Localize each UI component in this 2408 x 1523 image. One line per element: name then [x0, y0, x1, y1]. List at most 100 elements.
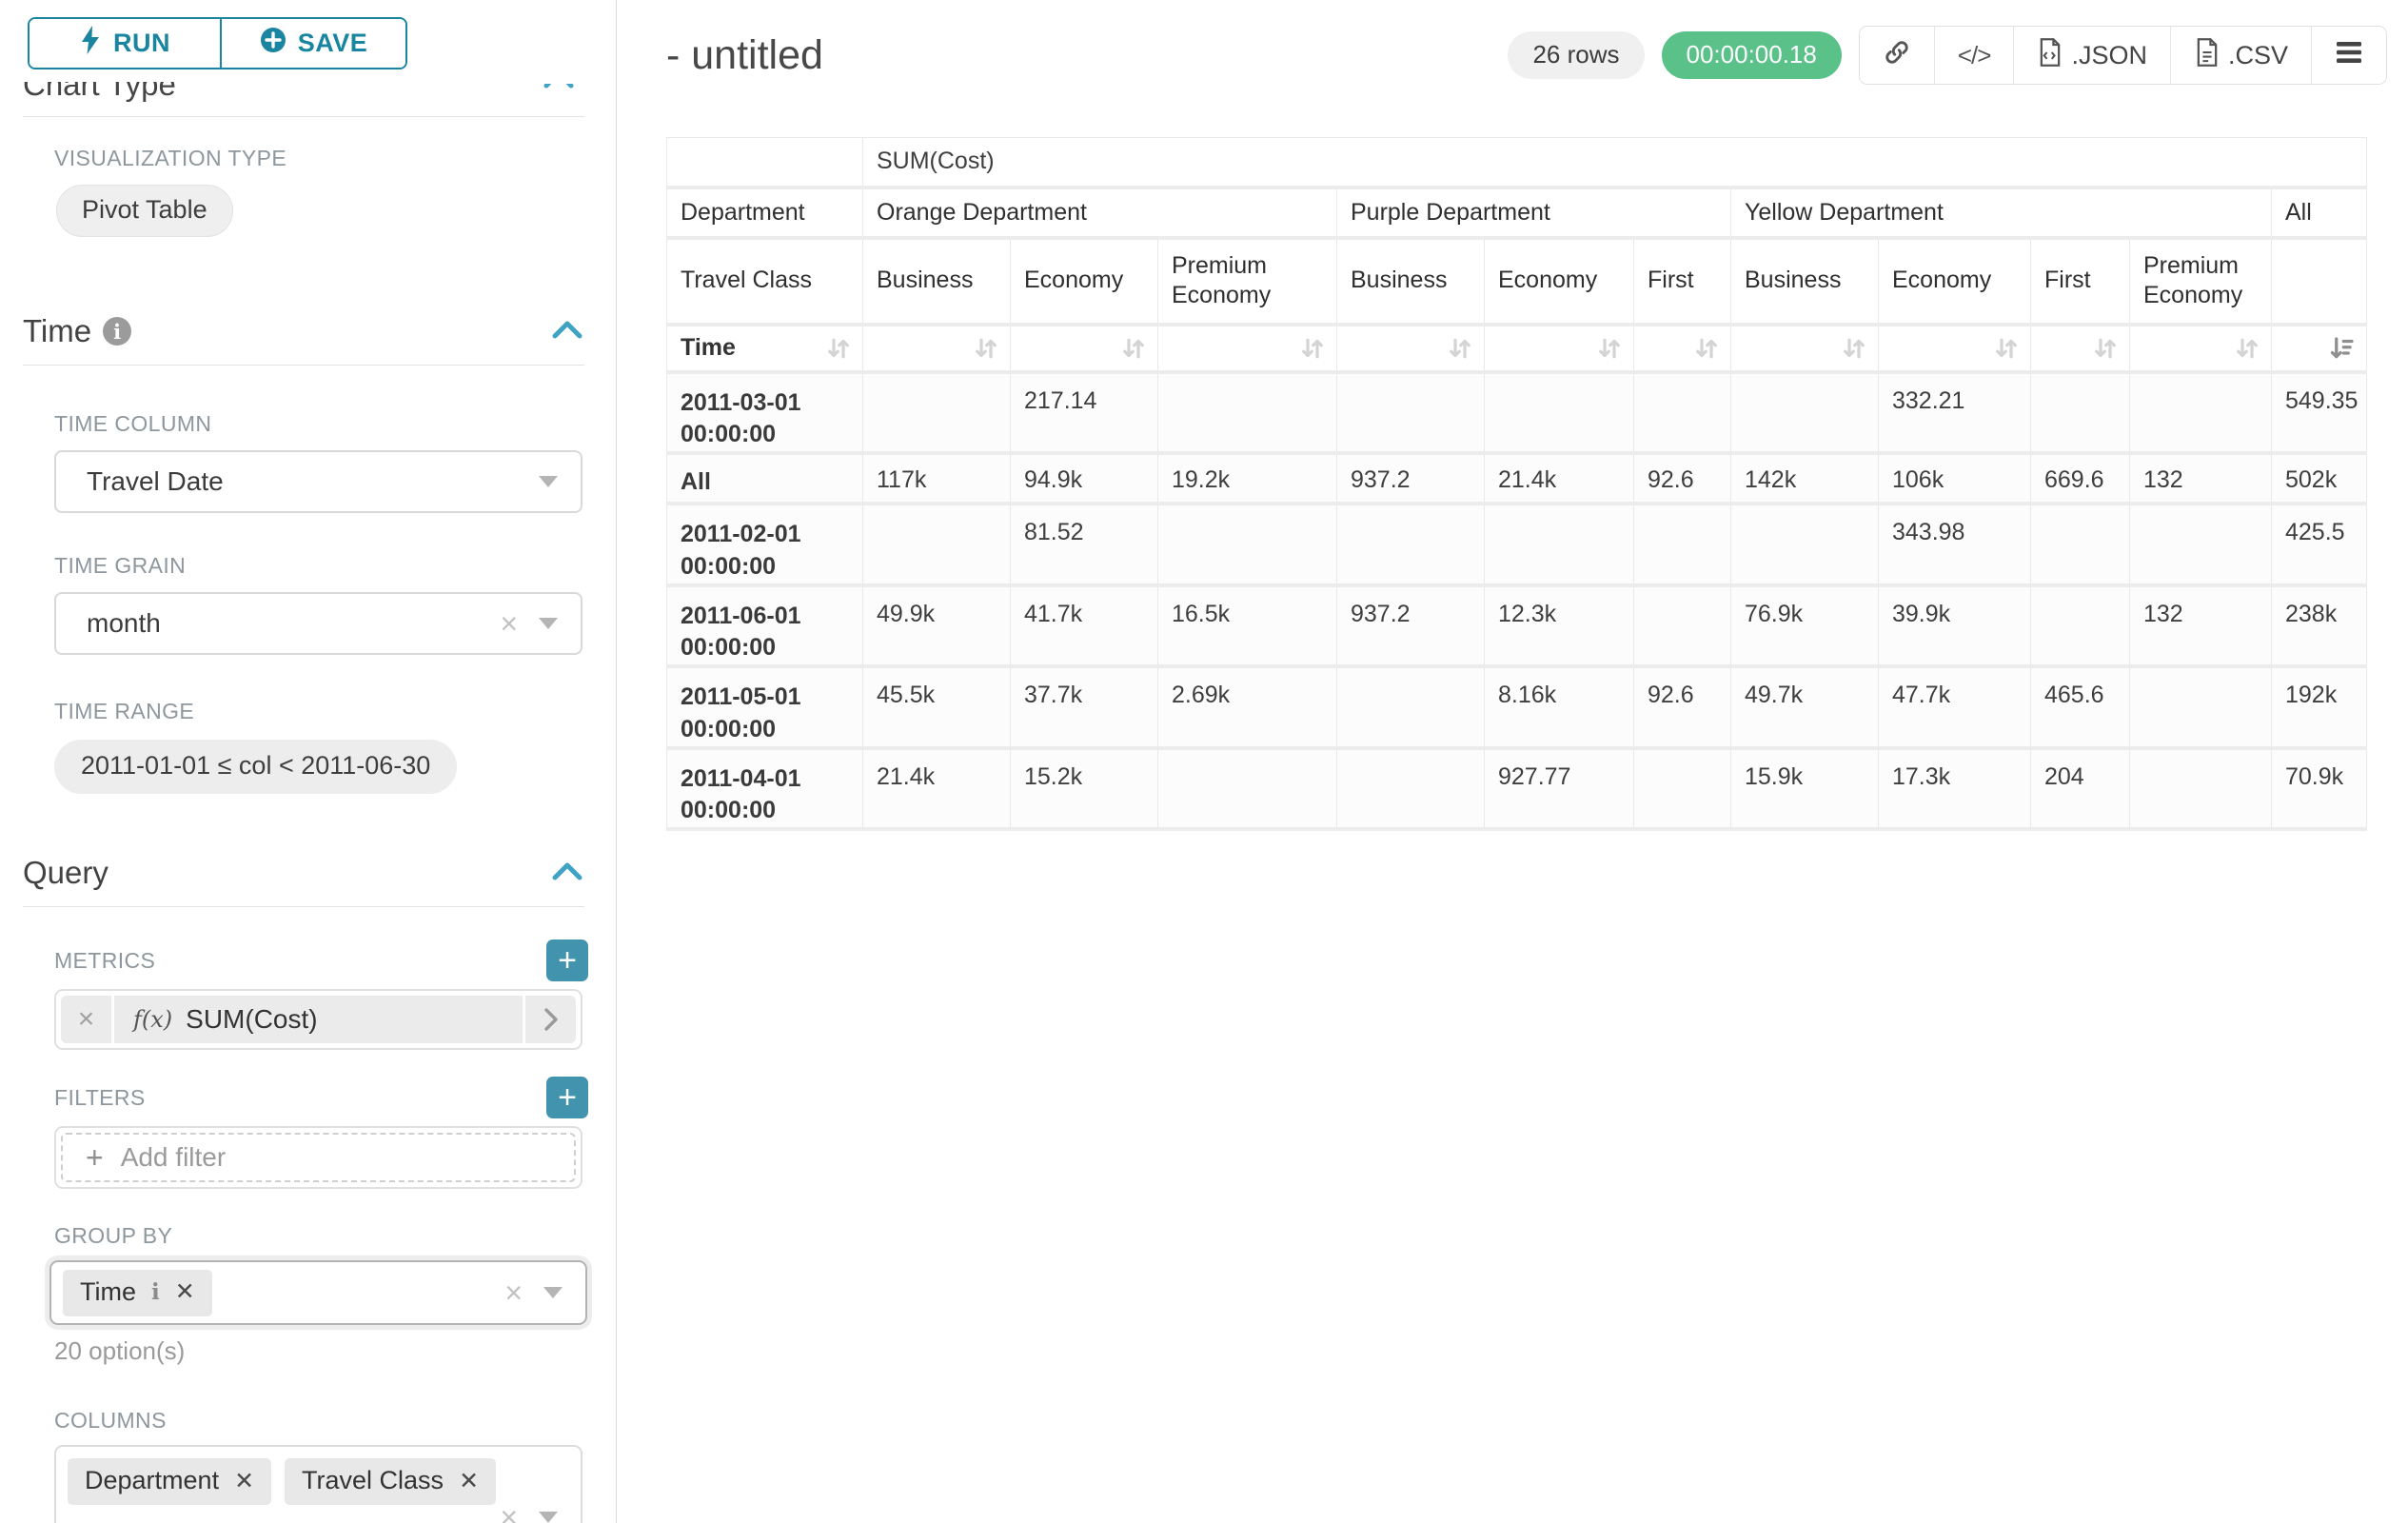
chevron-right-icon[interactable] — [523, 996, 576, 1043]
department-row-header: Department — [667, 188, 863, 238]
visualization-type-label: VISUALIZATION TYPE — [54, 146, 616, 171]
sort-updown-icon[interactable] — [1840, 334, 1868, 363]
time-range-pill[interactable]: 2011-01-01 ≤ col < 2011-06-30 — [54, 740, 457, 794]
column-group-header: Yellow Department — [1731, 188, 2272, 238]
csv-file-icon — [2194, 37, 2220, 74]
caret-down-icon[interactable] — [543, 1287, 563, 1298]
sortable-column-header — [1731, 325, 1879, 372]
time-grain-label-row: TIME GRAIN — [54, 553, 588, 579]
caret-down-icon[interactable] — [539, 1512, 558, 1523]
row-header-cell: 2011-06-01 00:00:00 — [667, 585, 863, 667]
run-save-button-group: RUN SAVE — [28, 17, 407, 69]
divider — [23, 116, 584, 117]
code-icon: </> — [1958, 41, 1991, 70]
sort-updown-icon[interactable] — [824, 334, 853, 363]
value-cell: 332.21 — [1879, 372, 2031, 454]
value-cell: 937.2 — [1337, 453, 1485, 504]
clear-icon[interactable]: × — [500, 1502, 518, 1523]
chevron-up-icon[interactable] — [550, 860, 584, 887]
sort-desc-icon[interactable] — [2328, 334, 2357, 363]
chart-type-collapse-chevron[interactable] — [540, 84, 582, 93]
divider — [23, 906, 584, 907]
caret-down-icon[interactable] — [539, 618, 558, 629]
run-button[interactable]: RUN — [30, 19, 220, 68]
sortable-column-header — [1011, 325, 1158, 372]
remove-tag-icon[interactable]: ✕ — [234, 1467, 254, 1495]
run-button-label: RUN — [113, 29, 170, 58]
value-cell: 15.2k — [1011, 748, 1158, 830]
add-filter-button[interactable]: + — [546, 1077, 588, 1118]
group-by-select[interactable]: Time i ✕ × — [49, 1260, 587, 1325]
menu-button[interactable] — [2311, 27, 2386, 84]
metric-pill[interactable]: × f(x) SUM(Cost) — [61, 996, 576, 1043]
clear-icon[interactable]: × — [504, 1277, 523, 1308]
sortable-column-header — [1485, 325, 1634, 372]
value-cell: 70.9k — [2272, 748, 2367, 830]
sort-updown-icon[interactable] — [2233, 334, 2261, 363]
value-cell — [863, 504, 1011, 585]
travel-class-header: Economy — [1011, 238, 1158, 325]
columns-tag-label: Department — [85, 1466, 219, 1495]
explore-app: RUN SAVE Chart Type VISUALIZATION TYPE P… — [0, 0, 2408, 1523]
value-cell: 76.9k — [1731, 585, 1879, 667]
value-cell: 37.7k — [1011, 666, 1158, 748]
sort-updown-icon[interactable] — [1446, 334, 1474, 363]
sortable-column-header — [1337, 325, 1485, 372]
group-by-tag-label: Time — [80, 1277, 136, 1307]
value-cell: 106k — [1879, 453, 2031, 504]
export-csv-button[interactable]: .CSV — [2170, 27, 2311, 84]
filters-label: FILTERS — [54, 1085, 146, 1111]
time-range-label: TIME RANGE — [54, 699, 194, 724]
value-cell — [1158, 372, 1337, 454]
row-header-cell: 2011-02-01 00:00:00 — [667, 504, 863, 585]
sort-updown-icon[interactable] — [1692, 334, 1721, 363]
chevron-up-icon[interactable] — [550, 318, 584, 346]
query-section-title: Query — [23, 855, 109, 891]
visualization-type-pill[interactable]: Pivot Table — [56, 185, 233, 237]
value-cell: 92.6 — [1634, 666, 1731, 748]
export-json-button[interactable]: .JSON — [2013, 27, 2170, 84]
add-metric-button[interactable]: + — [546, 940, 588, 981]
value-cell — [1337, 504, 1485, 585]
value-cell: 502k — [2272, 453, 2367, 504]
value-cell: 549.35 — [2272, 372, 2367, 454]
remove-tag-icon[interactable]: ✕ — [175, 1277, 195, 1306]
sort-updown-icon[interactable] — [972, 334, 1000, 363]
travel-class-header: First — [1634, 238, 1731, 325]
sort-updown-icon[interactable] — [1992, 334, 2021, 363]
remove-metric-icon[interactable]: × — [61, 996, 114, 1043]
time-column-select[interactable]: Travel Date — [54, 450, 582, 513]
add-filter-dropzone[interactable]: + Add filter — [61, 1133, 576, 1182]
value-cell — [1485, 504, 1634, 585]
sort-updown-icon[interactable] — [1298, 334, 1327, 363]
sort-updown-icon[interactable] — [1595, 334, 1624, 363]
chart-title[interactable]: - untitled — [666, 32, 823, 79]
caret-down-icon[interactable] — [539, 476, 558, 487]
value-cell: 2.69k — [1158, 666, 1337, 748]
table-row: All117k94.9k19.2k937.221.4k92.6142k106k6… — [667, 453, 2367, 504]
sort-updown-icon[interactable] — [1119, 334, 1148, 363]
travel-class-header: Economy — [1879, 238, 2031, 325]
value-cell: 21.4k — [863, 748, 1011, 830]
embed-code-button[interactable]: </> — [1934, 27, 2014, 84]
row-header-cell: All — [667, 453, 863, 504]
plus-circle-icon — [260, 27, 286, 60]
value-cell: 49.9k — [863, 585, 1011, 667]
value-cell: 19.2k — [1158, 453, 1337, 504]
table-row: 2011-04-01 00:00:0021.4k15.2k927.7715.9k… — [667, 748, 2367, 830]
sort-updown-icon[interactable] — [2091, 334, 2120, 363]
group-by-label: GROUP BY — [54, 1223, 172, 1249]
remove-tag-icon[interactable]: ✕ — [459, 1467, 479, 1495]
filters-control: + Add filter — [54, 1126, 582, 1189]
sortable-column-header — [1879, 325, 2031, 372]
value-cell: 49.7k — [1731, 666, 1879, 748]
row-header-cell: 2011-04-01 00:00:00 — [667, 748, 863, 830]
clear-icon[interactable]: × — [500, 608, 518, 639]
copy-link-button[interactable] — [1860, 27, 1934, 84]
columns-select[interactable]: Department ✕ Travel Class ✕ × — [54, 1445, 582, 1523]
value-cell — [2130, 504, 2272, 585]
time-grain-select[interactable]: month × — [54, 592, 582, 655]
save-button[interactable]: SAVE — [220, 19, 405, 68]
info-icon: i — [151, 1279, 160, 1305]
metric-main[interactable]: f(x) SUM(Cost) — [114, 996, 523, 1043]
